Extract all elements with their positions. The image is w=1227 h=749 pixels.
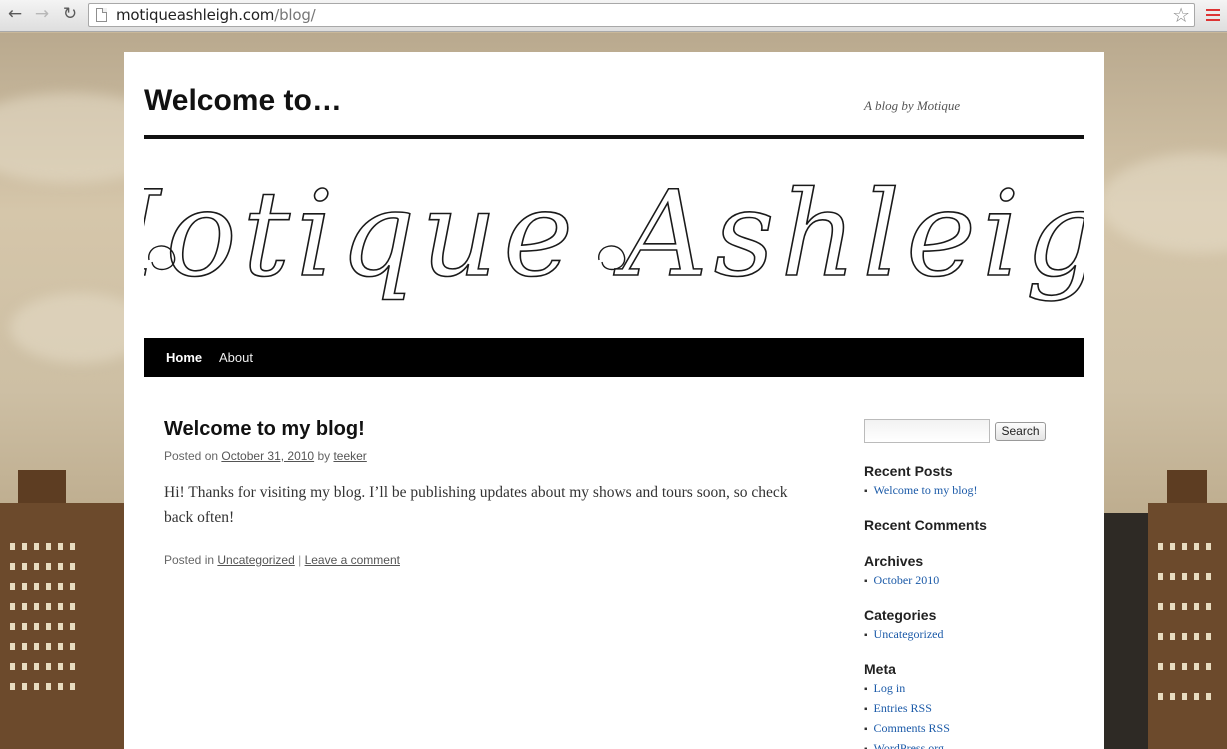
meta-title: Meta	[864, 661, 896, 677]
recent-comments-title: Recent Comments	[864, 517, 987, 533]
blog-page: Welcome to… A blog by Motique Motique As…	[124, 52, 1104, 749]
category-list-link[interactable]: Uncategorized	[874, 627, 944, 641]
site-description: A blog by Motique	[864, 98, 961, 113]
browser-toolbar: ← → ↻ motiqueashleigh.com/blog/ ☆	[0, 0, 1227, 32]
menu-icon[interactable]	[1206, 9, 1220, 24]
address-bar[interactable]: motiqueashleigh.com/blog/ ☆	[88, 3, 1195, 27]
post-author-link[interactable]: teeker	[333, 449, 366, 463]
post-footer: Posted in Uncategorized | Leave a commen…	[164, 553, 400, 567]
post-date-link[interactable]: October 31, 2010	[221, 449, 314, 463]
page-icon	[96, 8, 107, 22]
list-item: Entries RSS	[864, 699, 950, 719]
entries-rss-link[interactable]: Entries RSS	[874, 701, 932, 715]
url-host: motiqueashleigh.com	[116, 6, 275, 24]
post-title[interactable]: Welcome to my blog!	[164, 418, 365, 441]
archive-link[interactable]: October 2010	[874, 573, 940, 587]
main-navigation: Home About	[144, 338, 1084, 377]
header-script-image[interactable]: Motique Ashleigh	[144, 140, 1084, 338]
back-arrow-icon[interactable]: ←	[5, 4, 25, 24]
nav-item-home[interactable]: Home	[166, 350, 202, 365]
footer-separator: |	[294, 553, 305, 567]
meta-prefix: Posted on	[164, 449, 222, 463]
recent-posts-list: Welcome to my blog!	[864, 481, 978, 501]
categories-list: Uncategorized	[864, 625, 944, 645]
list-item: Uncategorized	[864, 625, 944, 645]
leave-comment-link[interactable]: Leave a comment	[305, 553, 400, 567]
list-item: Comments RSS	[864, 719, 950, 739]
categories-title: Categories	[864, 607, 937, 623]
list-item: Log in	[864, 679, 950, 699]
category-link[interactable]: Uncategorized	[217, 553, 294, 567]
login-link[interactable]: Log in	[874, 681, 906, 695]
post-content: Hi! Thanks for visiting my blog. I’ll be…	[164, 484, 788, 526]
meta-by: by	[314, 449, 334, 463]
star-icon[interactable]: ☆	[1172, 3, 1190, 27]
url-text[interactable]: motiqueashleigh.com/blog/	[116, 6, 316, 24]
list-item: October 2010	[864, 571, 940, 591]
meta-list: Log in Entries RSS Comments RSS WordPres…	[864, 679, 950, 749]
header-rule	[144, 135, 1084, 139]
site-title[interactable]: Welcome to…	[144, 84, 342, 118]
list-item: WordPress.org	[864, 739, 950, 749]
archives-title: Archives	[864, 553, 924, 569]
forward-arrow-icon[interactable]: →	[32, 4, 52, 24]
post-meta: Posted on October 31, 2010 by teeker	[164, 449, 367, 463]
search-input[interactable]	[864, 419, 990, 443]
recent-posts-title: Recent Posts	[864, 463, 953, 479]
comments-rss-link[interactable]: Comments RSS	[874, 721, 950, 735]
list-item: Welcome to my blog!	[864, 481, 978, 501]
header-script-text: Motique Ashleigh	[144, 165, 1084, 303]
url-path: /blog/	[274, 6, 316, 24]
nav-item-about[interactable]: About	[219, 350, 253, 365]
recent-post-link[interactable]: Welcome to my blog!	[874, 483, 978, 497]
wordpress-org-link[interactable]: WordPress.org	[874, 741, 944, 749]
footer-prefix: Posted in	[164, 553, 218, 567]
search-button[interactable]: Search	[995, 422, 1046, 441]
reload-icon[interactable]: ↻	[60, 4, 80, 24]
archives-list: October 2010	[864, 571, 940, 591]
